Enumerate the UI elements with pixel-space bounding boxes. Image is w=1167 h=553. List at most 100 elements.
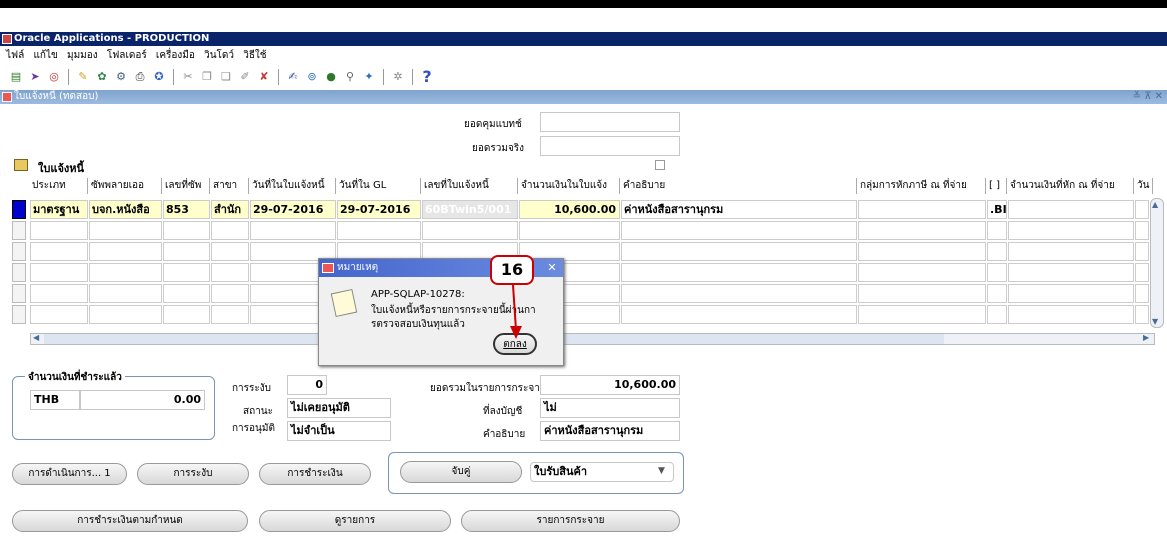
- table-cell[interactable]: [621, 242, 857, 261]
- cell-amount[interactable]: 10,600.00: [519, 200, 620, 219]
- menu-folder[interactable]: โฟลเดอร์: [107, 50, 147, 61]
- table-cell[interactable]: [987, 284, 1007, 303]
- table-cell[interactable]: [621, 305, 857, 324]
- new-icon[interactable]: ▤: [8, 69, 24, 85]
- paid-amount-field[interactable]: 0.00: [80, 390, 205, 410]
- approval-field[interactable]: ไม่จำเป็น: [287, 421, 391, 441]
- table-cell[interactable]: [30, 263, 88, 282]
- table-cell[interactable]: [89, 221, 162, 240]
- menu-tools[interactable]: เครื่องมือ: [156, 50, 195, 61]
- checkbox[interactable]: [655, 160, 665, 170]
- table-cell[interactable]: [621, 221, 857, 240]
- table-cell[interactable]: [163, 242, 210, 261]
- row-selector[interactable]: [12, 221, 26, 240]
- col-header-wht-group[interactable]: กลุ่มการหักภาษี ณ ที่จ่าย: [858, 178, 986, 194]
- table-cell[interactable]: [1008, 263, 1134, 282]
- edit-field-icon[interactable]: ✍: [285, 69, 301, 85]
- close-form-icon[interactable]: ✪: [151, 69, 167, 85]
- row-selector[interactable]: [12, 305, 26, 324]
- folder-tools-icon[interactable]: ✦: [361, 69, 377, 85]
- table-cell[interactable]: [30, 221, 88, 240]
- description-field[interactable]: ค่าหนังสือสารานุกรม: [540, 421, 680, 441]
- hold-count-field[interactable]: 0: [287, 375, 327, 395]
- table-cell[interactable]: [30, 242, 88, 261]
- table-cell[interactable]: [211, 284, 249, 303]
- table-cell[interactable]: [519, 221, 620, 240]
- table-cell[interactable]: [1008, 284, 1134, 303]
- navigator-icon[interactable]: ◎: [46, 69, 62, 85]
- control-total-field[interactable]: [540, 112, 680, 132]
- col-header-description[interactable]: คำอธิบาย: [621, 178, 857, 194]
- cell-type[interactable]: มาตรฐาน: [30, 200, 88, 219]
- table-cell[interactable]: [422, 221, 518, 240]
- table-cell[interactable]: [211, 221, 249, 240]
- menu-window[interactable]: วินโดว์: [204, 50, 234, 61]
- cell-invoice-date[interactable]: 29-07-2016: [250, 200, 336, 219]
- table-cell[interactable]: [211, 305, 249, 324]
- print-icon[interactable]: ⎙: [132, 69, 148, 85]
- distributions-button[interactable]: รายการกระจาย: [461, 510, 680, 532]
- cell-supplier[interactable]: บจก.หนังสือ: [89, 200, 162, 219]
- table-cell[interactable]: [89, 284, 162, 303]
- vertical-scrollbar[interactable]: [1150, 198, 1164, 328]
- table-cell[interactable]: [1135, 305, 1149, 324]
- accounted-field[interactable]: ไม่: [540, 398, 680, 418]
- col-header-day[interactable]: วัน: [1135, 178, 1153, 194]
- ok-button[interactable]: ตกลง: [493, 333, 537, 355]
- table-cell[interactable]: [30, 305, 88, 324]
- table-cell[interactable]: [987, 305, 1007, 324]
- table-cell[interactable]: [250, 221, 336, 240]
- table-cell[interactable]: [621, 284, 857, 303]
- table-cell[interactable]: [1008, 242, 1134, 261]
- payments-button[interactable]: การชำระเงิน: [259, 463, 371, 485]
- scroll-down-icon[interactable]: ▼: [1152, 317, 1158, 326]
- table-cell[interactable]: [987, 242, 1007, 261]
- menu-file[interactable]: ไฟล์: [6, 50, 24, 61]
- col-header-wht-amount[interactable]: จำนวนเงินที่หัก ณ ที่จ่าย: [1008, 178, 1134, 194]
- table-cell[interactable]: [163, 305, 210, 324]
- open-icon[interactable]: ✎: [75, 69, 91, 85]
- col-header-brackets[interactable]: [ ]: [987, 178, 1007, 194]
- col-header-invoice-no[interactable]: เลขที่ใบแจ้งหนี้: [422, 178, 518, 194]
- folder-icon[interactable]: [14, 159, 28, 171]
- holds-button[interactable]: การระงับ: [137, 463, 249, 485]
- table-cell[interactable]: [89, 242, 162, 261]
- table-cell[interactable]: [1135, 284, 1149, 303]
- table-cell[interactable]: [858, 221, 986, 240]
- table-cell[interactable]: [89, 305, 162, 324]
- find-icon[interactable]: ➤: [27, 69, 43, 85]
- table-cell[interactable]: [987, 263, 1007, 282]
- table-cell[interactable]: [987, 221, 1007, 240]
- match-type-select[interactable]: ใบรับสินค้า: [530, 462, 674, 482]
- close-icon[interactable]: ✕: [545, 261, 559, 275]
- cell-extra[interactable]: .BI: [987, 200, 1007, 219]
- col-header-branch[interactable]: สาขา: [211, 178, 249, 194]
- table-cell[interactable]: [1135, 221, 1149, 240]
- table-cell[interactable]: [211, 263, 249, 282]
- zoom-icon[interactable]: ⊚: [304, 69, 320, 85]
- table-cell[interactable]: [163, 221, 210, 240]
- window-help-icon[interactable]: ✲: [390, 69, 406, 85]
- translations-icon[interactable]: ●: [323, 69, 339, 85]
- table-cell[interactable]: [858, 305, 986, 324]
- scroll-left-icon[interactable]: ◀: [33, 333, 39, 342]
- col-header-supplier[interactable]: ซัพพลายเออ: [89, 178, 162, 194]
- scheduled-payments-button[interactable]: การชำระเงินตามกำหนด: [12, 510, 248, 532]
- menu-view[interactable]: มุมมอง: [67, 50, 98, 61]
- clear-record-icon[interactable]: ✐: [237, 69, 253, 85]
- cell-wht-amount[interactable]: [1008, 200, 1134, 219]
- row-selector[interactable]: [12, 284, 26, 303]
- save-icon[interactable]: ✿: [94, 69, 110, 85]
- row-selector[interactable]: [12, 263, 26, 282]
- help-icon[interactable]: ?: [419, 69, 435, 85]
- table-cell[interactable]: [621, 263, 857, 282]
- row-selector[interactable]: [12, 242, 26, 261]
- table-cell[interactable]: [1008, 305, 1134, 324]
- col-header-invoice-date[interactable]: วันที่ในใบแจ้งหนี้: [250, 178, 336, 194]
- col-header-gl-date[interactable]: วันที่ใน GL: [337, 178, 421, 194]
- menu-edit[interactable]: แก้ไข: [33, 50, 57, 61]
- actual-total-field[interactable]: [540, 136, 680, 156]
- table-cell[interactable]: [337, 221, 421, 240]
- match-button[interactable]: จับคู่: [400, 461, 522, 483]
- table-cell[interactable]: [1135, 263, 1149, 282]
